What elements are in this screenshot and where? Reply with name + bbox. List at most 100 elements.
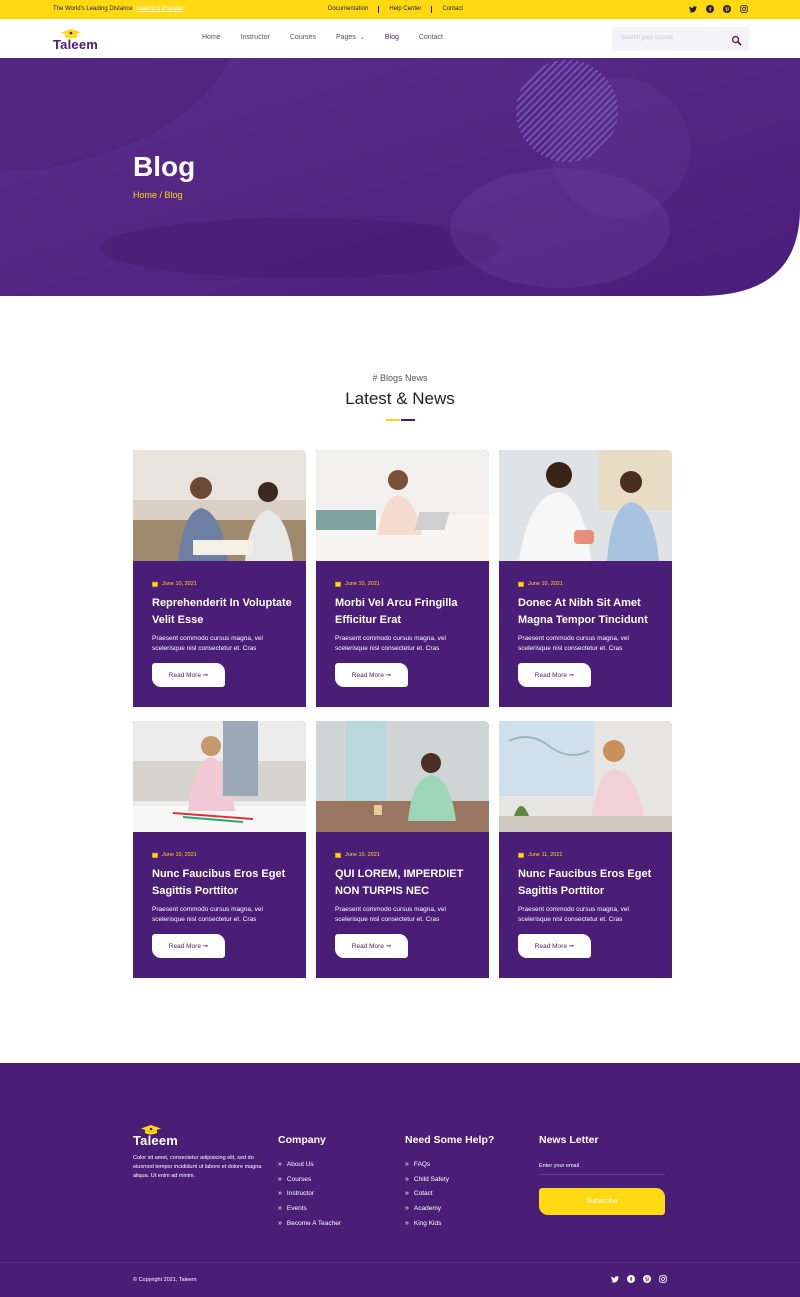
post-date: June 10, 2021 — [335, 852, 380, 858]
footer-link-label: King Kids — [413, 1219, 442, 1227]
pinterest-icon[interactable] — [643, 1275, 651, 1283]
top-link-help-center[interactable]: Help Center — [379, 6, 433, 13]
post-title[interactable]: Donec At Nibh Sit Amet Magna Tempor Tinc… — [518, 595, 663, 629]
blog-card[interactable]: June 10, 2021 QUI LOREM, IMPERDIET NON T… — [316, 721, 489, 978]
footer-company-title: Company — [278, 1134, 326, 1146]
post-title[interactable]: QUI LOREM, IMPERDIET NON TURPIS NEC — [335, 866, 480, 900]
double-chevron-right-icon: » — [405, 1160, 409, 1168]
footer: Taleem Color sit amet, consectetur adipi… — [0, 1063, 800, 1297]
footer-link[interactable]: » Events — [278, 1201, 341, 1216]
footer-divider — [0, 1262, 800, 1263]
footer-link-label: Academy — [413, 1204, 442, 1212]
top-link-contact[interactable]: Contact — [432, 6, 473, 13]
post-excerpt: Praesent commodo cursus magna, vel scele… — [335, 635, 446, 652]
footer-link[interactable]: » Child Safety — [405, 1172, 449, 1187]
footer-link[interactable]: » Courses — [278, 1172, 341, 1187]
top-link-documentation[interactable]: Documentation — [318, 6, 380, 13]
post-excerpt: Praesent commodo cursus magna, vel scele… — [518, 635, 629, 652]
twitter-icon[interactable] — [689, 5, 697, 13]
title-underline — [386, 419, 415, 421]
double-chevron-right-icon: » — [278, 1175, 282, 1183]
calendar-icon — [518, 581, 524, 587]
read-more-button[interactable]: Read More ➞ — [518, 934, 591, 958]
subscribe-button[interactable]: Subscribe — [539, 1188, 665, 1215]
footer-link[interactable]: » Cotact — [405, 1186, 449, 1201]
top-social — [689, 5, 748, 13]
post-excerpt: Praesent commodo cursus magna, vel scele… — [518, 906, 629, 923]
footer-company-links: » About Us » Courses » Instructor » Events »… — [278, 1157, 341, 1230]
instagram-icon[interactable] — [659, 1275, 667, 1283]
instagram-icon[interactable] — [740, 5, 748, 13]
facebook-icon[interactable] — [627, 1275, 635, 1283]
read-more-button[interactable]: Read More ➞ — [152, 663, 225, 687]
footer-link[interactable]: » Instructor — [278, 1186, 341, 1201]
footer-link-label: Instructor — [286, 1190, 314, 1198]
top-bar: The World's Leading Distance Learning Pr… — [0, 0, 800, 19]
calendar-icon — [335, 581, 341, 587]
post-title[interactable]: Reprehenderit In Voluptate Velit Esse — [152, 595, 297, 629]
blog-image — [133, 450, 306, 561]
facebook-icon[interactable] — [706, 5, 714, 13]
double-chevron-right-icon: » — [278, 1190, 282, 1198]
footer-logo[interactable]: Taleem — [133, 1125, 193, 1148]
calendar-icon — [518, 852, 524, 858]
post-excerpt: Praesent commodo cursus magna, vel scele… — [152, 635, 263, 652]
footer-link-label: About Us — [286, 1160, 314, 1168]
nav-item-instructor[interactable]: Instructor — [241, 34, 270, 41]
post-excerpt: Praesent commodo cursus magna, vel scele… — [335, 906, 446, 923]
nav-item-contact[interactable]: Contact — [419, 34, 443, 41]
pinterest-icon[interactable] — [723, 5, 731, 13]
footer-link[interactable]: » FAQs — [405, 1157, 449, 1172]
post-date-text: June 10, 2021 — [345, 852, 380, 858]
read-more-button[interactable]: Read More ➞ — [518, 663, 591, 687]
hero-banner: Blog Home / Blog — [0, 58, 800, 296]
search-box[interactable]: Search your course — [612, 27, 749, 51]
footer-newsletter-title: News Letter — [539, 1134, 599, 1146]
calendar-icon — [152, 852, 158, 858]
search-icon[interactable] — [731, 33, 742, 51]
double-chevron-right-icon: » — [405, 1190, 409, 1198]
email-field-underline — [539, 1174, 665, 1175]
section-title: Latest & News — [345, 389, 455, 408]
breadcrumb[interactable]: Home / Blog — [133, 190, 183, 200]
read-more-button[interactable]: Read More ➞ — [335, 934, 408, 958]
read-more-button[interactable]: Read More ➞ — [152, 934, 225, 958]
post-date: June 10, 2021 — [152, 852, 197, 858]
blog-card[interactable]: June 10, 2021 Morbi Vel Arcu Fringilla E… — [316, 450, 489, 707]
search-input[interactable]: Search your course — [621, 35, 673, 41]
email-field[interactable]: Enter your email — [539, 1163, 579, 1169]
blog-card[interactable]: June 10, 2021 Donec At Nibh Sit Amet Mag… — [499, 450, 672, 707]
blog-card[interactable]: June 10, 2021 Nunc Faucibus Eros Eget Sa… — [133, 721, 306, 978]
double-chevron-right-icon: » — [405, 1175, 409, 1183]
footer-link[interactable]: » Become A Teacher — [278, 1216, 341, 1231]
nav-item-courses[interactable]: Courses — [290, 34, 316, 41]
post-date-text: June 10, 2021 — [162, 581, 197, 587]
blog-card[interactable]: June 10, 2021 Reprehenderit In Voluptate… — [133, 450, 306, 707]
nav-item-pages-label: Pages — [335, 34, 356, 41]
calendar-icon — [335, 852, 341, 858]
nav-item-pages[interactable]: Pages ⌄ — [336, 34, 365, 41]
post-title[interactable]: Morbi Vel Arcu Fringilla Efficitur Erat — [335, 595, 480, 629]
footer-logo-text: Taleem — [133, 1133, 179, 1148]
footer-link[interactable]: » About Us — [278, 1157, 341, 1172]
nav-item-home[interactable]: Home — [202, 34, 221, 41]
footer-link[interactable]: » King Kids — [405, 1216, 449, 1231]
post-title[interactable]: Nunc Faucibus Eros Eget Sagittis Porttit… — [518, 866, 663, 900]
copyright: © Copyright 2021, Taleem — [133, 1277, 197, 1283]
logo[interactable]: Taleem — [53, 29, 113, 52]
post-title[interactable]: Nunc Faucibus Eros Eget Sagittis Porttit… — [152, 866, 297, 900]
blog-image — [499, 450, 672, 561]
footer-social — [611, 1275, 667, 1283]
nav-item-blog[interactable]: Blog — [385, 34, 399, 41]
double-chevron-right-icon: » — [278, 1219, 282, 1227]
read-more-button[interactable]: Read More ➞ — [335, 663, 408, 687]
post-date-text: June 10, 2021 — [528, 581, 563, 587]
page-title: Blog — [133, 151, 196, 182]
double-chevron-right-icon: » — [278, 1204, 282, 1212]
tagline-link[interactable]: Learning Provider — [136, 6, 183, 12]
footer-link[interactable]: » Academy — [405, 1201, 449, 1216]
twitter-icon[interactable] — [611, 1275, 619, 1283]
main-nav: Taleem Home Instructor Courses Pages ⌄ Bl… — [0, 19, 800, 58]
blog-card[interactable]: June 11, 2021 Nunc Faucibus Eros Eget Sa… — [499, 721, 672, 978]
post-date-text: June 10, 2021 — [162, 852, 197, 858]
